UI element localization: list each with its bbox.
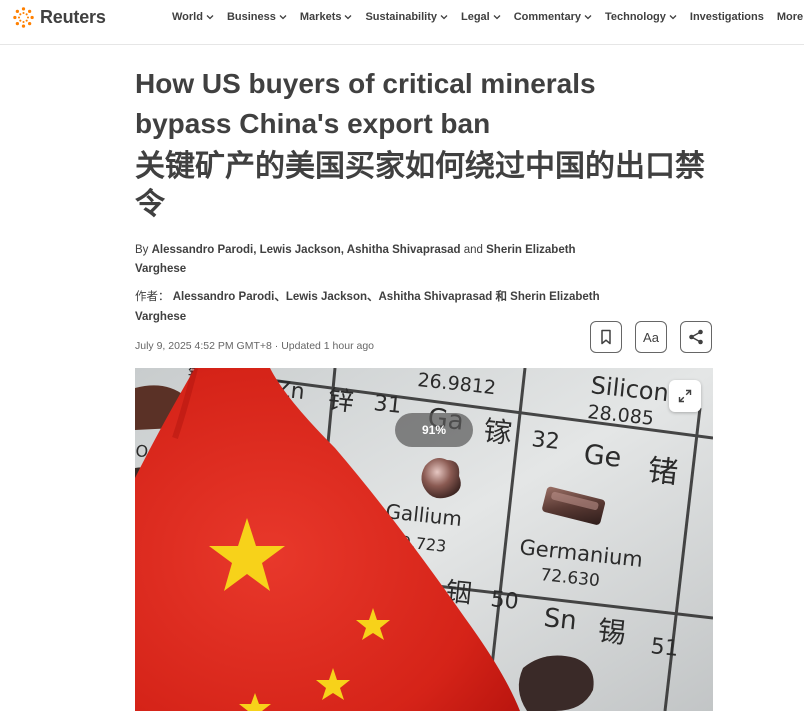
nav-label: Technology bbox=[604, 11, 666, 23]
nav-label: Business bbox=[226, 11, 276, 23]
cell-50: 50 bbox=[489, 587, 519, 615]
article-dateline: July 9, 2025 4:52 PM GMT+8 · Updated 1 h… bbox=[135, 340, 375, 352]
nav-investigations[interactable]: Investigations bbox=[690, 11, 764, 23]
text-size-button[interactable]: Aa bbox=[635, 321, 667, 353]
byline-prefix: By bbox=[135, 244, 149, 256]
byline-authors[interactable]: Alessandro Parodi, Lewis Jackson, Ashith… bbox=[152, 244, 461, 256]
image-load-progress: 91% bbox=[395, 413, 473, 447]
nav-commentary[interactable]: Commentary bbox=[514, 11, 592, 23]
main-nav: World Business Markets Sustainability Le… bbox=[172, 11, 804, 23]
cell-sn: Sn bbox=[542, 603, 578, 636]
cell-ga-zh: 镓 bbox=[482, 414, 513, 450]
nav-more[interactable]: More bbox=[777, 11, 804, 23]
nav-label: Markets bbox=[299, 11, 342, 23]
bookmark-icon bbox=[601, 329, 611, 345]
chevron-down-icon bbox=[584, 15, 592, 20]
expand-image-button[interactable] bbox=[669, 380, 701, 412]
nav-label: Legal bbox=[461, 11, 490, 23]
byline-zh-and: 和 bbox=[495, 291, 507, 303]
reuters-logo-icon bbox=[13, 7, 34, 28]
cell-32: 32 bbox=[530, 427, 560, 455]
nav-label: Sustainability bbox=[365, 11, 437, 23]
nav-legal[interactable]: Legal bbox=[461, 11, 501, 23]
nav-business[interactable]: Business bbox=[227, 11, 287, 23]
save-article-button[interactable] bbox=[590, 321, 622, 353]
chevron-down-icon bbox=[440, 15, 448, 20]
logo-wordmark: Reuters bbox=[40, 7, 106, 27]
cell-zn-zh: 锌 bbox=[326, 385, 355, 418]
reuters-logo[interactable]: Reuters bbox=[12, 6, 106, 29]
cell-sn-zh: 锡 bbox=[596, 614, 627, 650]
text-size-label: Aa bbox=[643, 329, 659, 345]
nav-label: Investigations bbox=[689, 11, 764, 23]
chevron-down-icon bbox=[345, 15, 352, 20]
byline-zh-authors[interactable]: Alessandro Parodi、Lewis Jackson、Ashitha … bbox=[173, 291, 493, 303]
byline: By Alessandro Parodi, Lewis Jackson, Ash… bbox=[135, 241, 605, 279]
nav-technology[interactable]: Technology bbox=[605, 11, 677, 23]
nav-label: Commentary bbox=[513, 11, 581, 23]
cell-ge: Ge bbox=[582, 439, 623, 474]
article-headline-en: How US buyers of critical minerals bypas… bbox=[135, 68, 596, 139]
byline-and: and bbox=[463, 244, 483, 256]
byline-zh: 作者： Alessandro Parodi、Lewis Jackson、Ashi… bbox=[135, 287, 605, 327]
chevron-down-icon bbox=[279, 15, 287, 20]
share-icon bbox=[689, 329, 703, 345]
cell-ge-zh: 锗 bbox=[646, 453, 679, 491]
chevron-down-icon bbox=[206, 15, 214, 20]
cell-31: 31 bbox=[372, 391, 402, 419]
expand-icon bbox=[678, 389, 692, 403]
nav-label: More bbox=[776, 11, 804, 23]
header-divider bbox=[0, 44, 804, 45]
share-button[interactable] bbox=[680, 321, 712, 353]
nav-world[interactable]: World bbox=[172, 11, 214, 23]
nav-sustainability[interactable]: Sustainability bbox=[365, 11, 448, 23]
article-headline-zh: 关键矿产的美国买家如何绕过中国的出口禁令 bbox=[135, 149, 705, 222]
chevron-down-icon bbox=[493, 15, 501, 20]
nav-markets[interactable]: Markets bbox=[300, 11, 353, 23]
chevron-down-icon bbox=[669, 15, 677, 20]
cell-51: 51 bbox=[649, 634, 679, 662]
byline-zh-prefix: 作者： bbox=[135, 291, 170, 303]
nav-label: World bbox=[172, 11, 203, 23]
site-header: Reuters World Business Markets Sustainab… bbox=[0, 0, 804, 38]
